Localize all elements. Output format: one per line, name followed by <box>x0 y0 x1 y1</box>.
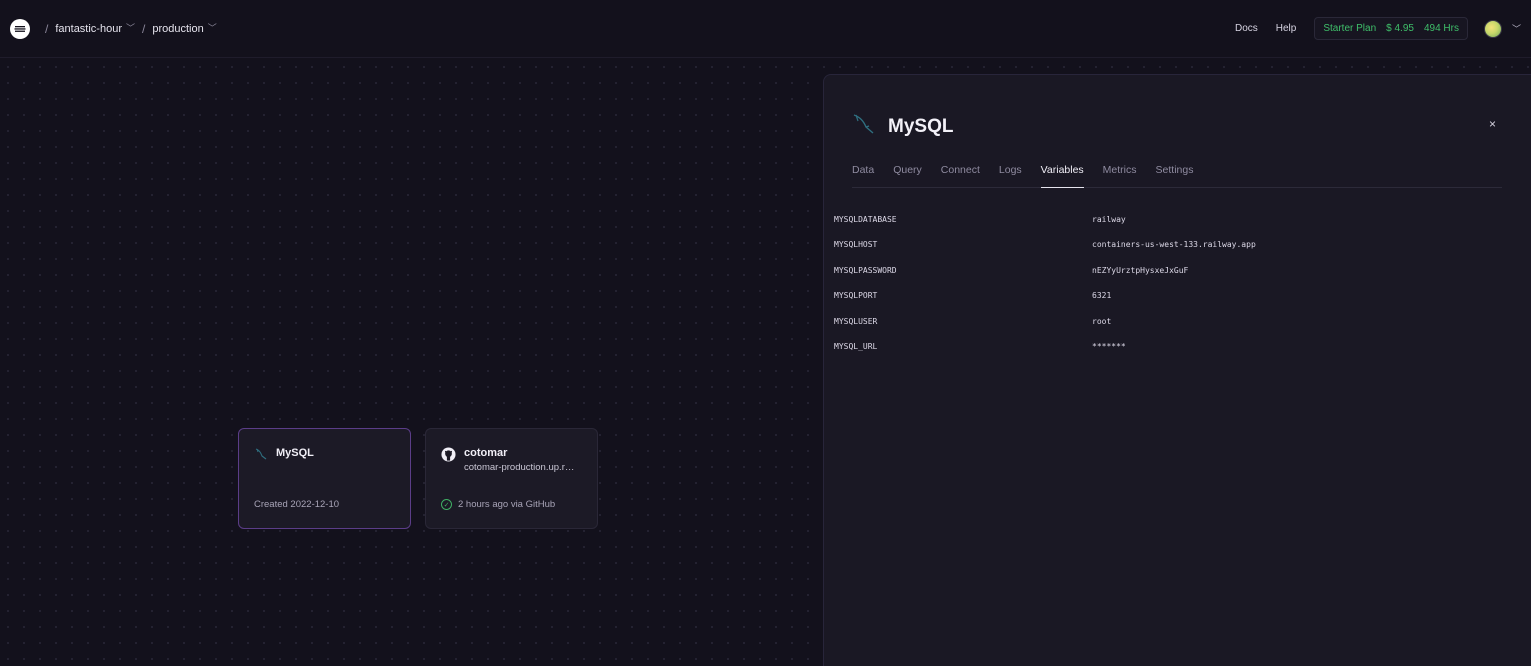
github-icon <box>441 447 456 467</box>
check-circle-icon: ✓ <box>441 499 452 510</box>
breadcrumb-separator: / <box>45 21 49 36</box>
panel-tabs: Data Query Connect Logs Variables Metric… <box>852 161 1502 188</box>
chevron-down-icon: ﹀ <box>207 23 217 33</box>
tab-variables[interactable]: Variables <box>1040 161 1084 188</box>
plan-cost: $ 4.95 <box>1386 23 1414 34</box>
top-right-controls: Docs Help Starter Plan $ 4.95 494 Hrs ﹀ <box>1229 17 1521 40</box>
docs-link[interactable]: Docs <box>1229 19 1264 38</box>
variable-row[interactable]: MYSQL_URL ******* <box>834 342 1504 367</box>
chevron-down-icon[interactable]: ﹀ <box>1512 22 1521 35</box>
service-name: MySQL <box>276 447 314 459</box>
service-url[interactable]: cotomar-production.up.railw... <box>464 462 579 473</box>
variable-key: MYSQLUSER <box>834 316 878 326</box>
plan-usage-button[interactable]: Starter Plan $ 4.95 494 Hrs <box>1314 17 1468 40</box>
tab-query[interactable]: Query <box>893 161 922 188</box>
variable-value: nEZYyUrztpHysxeJxGuF <box>1092 265 1189 275</box>
environment-selector[interactable]: production ﹀ <box>152 22 216 35</box>
variable-row[interactable]: MYSQLPORT 6321 <box>834 291 1504 316</box>
variables-list: MYSQLDATABASE railway MYSQLHOST containe… <box>834 215 1504 367</box>
service-card-mysql[interactable]: MySQL Created 2022-12-10 <box>238 428 411 529</box>
variable-value: containers-us-west-133.railway.app <box>1092 240 1256 250</box>
service-name: cotomar <box>464 447 508 459</box>
help-link[interactable]: Help <box>1270 19 1303 38</box>
variable-key: MYSQLPORT <box>834 291 878 301</box>
panel-title: MySQL <box>888 115 954 137</box>
plan-hours: 494 Hrs <box>1423 23 1459 34</box>
close-icon[interactable]: × <box>1489 117 1496 131</box>
breadcrumb-separator: / <box>142 21 146 36</box>
chevron-down-icon: ﹀ <box>126 23 136 33</box>
mysql-dolphin-icon <box>254 447 268 466</box>
variable-row[interactable]: MYSQLPASSWORD nEZYyUrztpHysxeJxGuF <box>834 266 1504 291</box>
mysql-dolphin-icon <box>852 113 876 140</box>
project-selector[interactable]: fantastic-hour ﹀ <box>55 22 135 35</box>
panel-header: MySQL <box>852 113 953 140</box>
variable-value: ******* <box>1092 341 1126 351</box>
variable-row[interactable]: MYSQLHOST containers-us-west-133.railway… <box>834 240 1504 265</box>
deploy-status: 2 hours ago via GitHub <box>458 499 556 510</box>
variable-row[interactable]: MYSQLUSER root <box>834 317 1504 342</box>
variable-row[interactable]: MYSQLDATABASE railway <box>834 215 1504 240</box>
project-name: fantastic-hour <box>55 22 122 35</box>
avatar[interactable] <box>1483 19 1502 38</box>
variable-key: MYSQL_URL <box>834 341 878 351</box>
tab-metrics[interactable]: Metrics <box>1103 161 1137 188</box>
top-bar: / fantastic-hour ﹀ / production ﹀ Docs H… <box>0 0 1531 58</box>
service-footer: ✓ 2 hours ago via GitHub <box>441 499 555 510</box>
tab-logs[interactable]: Logs <box>999 161 1022 188</box>
variable-value: railway <box>1092 215 1126 224</box>
environment-name: production <box>152 22 204 35</box>
variable-key: MYSQLHOST <box>834 240 878 250</box>
tab-data[interactable]: Data <box>852 161 874 188</box>
plan-name: Starter Plan <box>1323 23 1377 34</box>
tab-settings[interactable]: Settings <box>1156 161 1194 188</box>
variable-key: MYSQLPASSWORD <box>834 265 897 275</box>
tab-connect[interactable]: Connect <box>941 161 980 188</box>
service-footer: Created 2022-12-10 <box>254 499 339 510</box>
variable-value: 6321 <box>1092 291 1112 301</box>
service-detail-panel: MySQL × Data Query Connect Logs Variable… <box>823 74 1531 666</box>
railway-logo-icon[interactable] <box>10 18 30 39</box>
service-card-cotomar[interactable]: cotomar cotomar-production.up.railw... ✓… <box>425 428 598 529</box>
service-created-date: Created 2022-12-10 <box>254 499 340 510</box>
variable-key: MYSQLDATABASE <box>834 215 897 224</box>
variable-value: root <box>1092 316 1112 326</box>
